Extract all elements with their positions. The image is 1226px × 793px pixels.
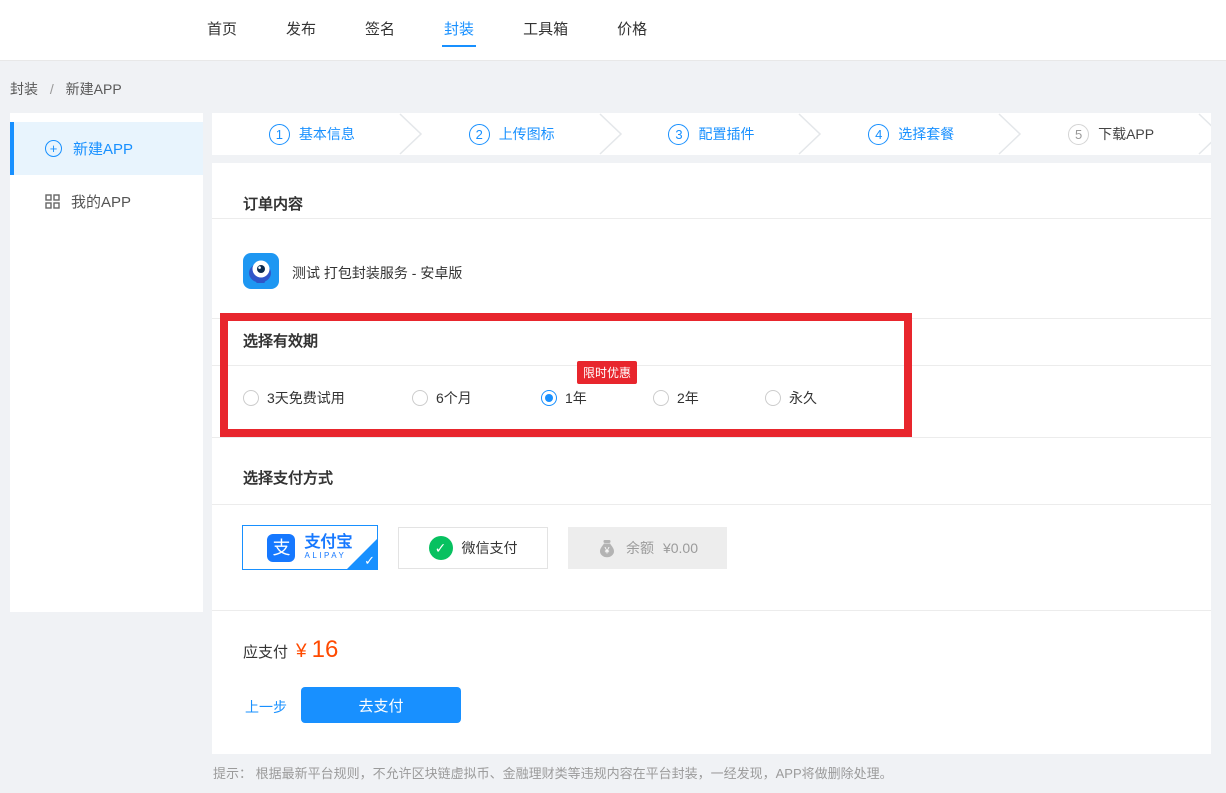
summary-label: 应支付 <box>243 641 288 662</box>
radio-icon[interactable] <box>412 390 428 406</box>
check-icon: ✓ <box>364 553 375 569</box>
step-label: 配置插件 <box>698 124 754 144</box>
validity-title: 选择有效期 <box>243 330 318 351</box>
previous-step-link[interactable]: 上一步 <box>245 697 287 717</box>
money-bag-icon: ¥ <box>597 538 617 558</box>
validity-option-6month[interactable]: 6个月 <box>412 388 472 408</box>
step-number: 2 <box>469 124 490 145</box>
currency-symbol: ¥ <box>296 641 307 663</box>
order-panel: 订单内容 测试 打包封装服务 - 安卓版 选择有效期 限时优惠 3天免费试用 6… <box>212 163 1211 754</box>
radio-label: 2年 <box>677 388 699 408</box>
sidebar-item-label: 新建APP <box>73 138 133 159</box>
nav-item-toolbox[interactable]: 工具箱 <box>523 0 568 60</box>
order-content-title: 订单内容 <box>243 193 303 214</box>
step-wizard: 1 基本信息 2 上传图标 3 配置插件 4 选择套餐 5 下载APP <box>212 113 1211 155</box>
validity-option-3day-trial[interactable]: 3天免费试用 <box>243 388 345 408</box>
step-label: 基本信息 <box>299 124 355 144</box>
radio-icon-selected[interactable] <box>541 390 557 406</box>
divider <box>212 218 1211 219</box>
grid-icon <box>45 194 60 209</box>
breadcrumb-separator: / <box>50 81 54 97</box>
plus-circle-icon: + <box>45 140 62 157</box>
nav-item-publish[interactable]: 发布 <box>286 0 316 60</box>
go-pay-button[interactable]: 去支付 <box>301 687 461 723</box>
sidebar-item-new-app[interactable]: + 新建APP <box>10 122 203 175</box>
step-download-app: 5 下载APP <box>1011 113 1211 155</box>
radio-label: 永久 <box>789 388 817 408</box>
sidebar-item-label: 我的APP <box>71 191 131 212</box>
footer-note: 提示： 根据最新平台规则，不允许区块链虚拟币、金融理财类等违规内容在平台封装，一… <box>213 763 893 782</box>
nav-item-package[interactable]: 封装 <box>444 0 474 60</box>
radio-icon[interactable] <box>653 390 669 406</box>
radio-icon[interactable] <box>765 390 781 406</box>
radio-label: 1年 <box>565 388 587 408</box>
alipay-logo-icon: 支 <box>267 534 295 562</box>
top-bar: 首页 发布 签名 封装 工具箱 价格 <box>0 0 1226 61</box>
divider <box>212 318 1211 319</box>
wechat-pay-icon: ✓ <box>429 536 453 560</box>
validity-option-forever[interactable]: 永久 <box>765 388 817 408</box>
payment-summary: 应支付 ¥ 16 <box>243 636 338 664</box>
validity-option-1year[interactable]: 1年 <box>541 388 587 408</box>
step-number: 3 <box>668 124 689 145</box>
step-number: 1 <box>269 124 290 145</box>
divider <box>212 437 1211 438</box>
step-number: 4 <box>868 124 889 145</box>
step-choose-plan: 4 选择套餐 <box>811 113 1011 155</box>
payment-title: 选择支付方式 <box>243 467 333 488</box>
nav-item-pricing[interactable]: 价格 <box>617 0 647 60</box>
nav-item-home[interactable]: 首页 <box>207 0 237 60</box>
divider <box>212 610 1211 611</box>
radio-icon[interactable] <box>243 390 259 406</box>
step-basic-info: 1 基本信息 <box>212 113 412 155</box>
balance-amount: ¥0.00 <box>663 540 698 556</box>
step-arrow-icon <box>1197 113 1211 155</box>
app-icon <box>243 253 279 289</box>
alipay-wordmark: 支付宝 ALIPAY <box>304 535 352 560</box>
divider <box>212 365 1211 366</box>
main-nav: 首页 发布 签名 封装 工具箱 价格 <box>207 0 647 60</box>
validity-option-2year[interactable]: 2年 <box>653 388 699 408</box>
payment-method-alipay[interactable]: 支 支付宝 ALIPAY ✓ <box>242 525 378 570</box>
step-label: 选择套餐 <box>898 124 954 144</box>
amount-due: 16 <box>312 636 339 664</box>
promo-badge: 限时优惠 <box>577 361 637 384</box>
sidebar: + 新建APP 我的APP <box>10 113 203 612</box>
payment-method-balance[interactable]: ¥ 余额 ¥0.00 <box>568 527 727 569</box>
step-config-plugins: 3 配置插件 <box>612 113 812 155</box>
breadcrumb-parent[interactable]: 封装 <box>10 81 38 97</box>
step-label: 上传图标 <box>499 124 555 144</box>
breadcrumb: 封装 / 新建APP <box>10 79 122 99</box>
app-name: 测试 打包封装服务 - 安卓版 <box>292 263 462 283</box>
nav-item-sign[interactable]: 签名 <box>365 0 395 60</box>
payment-method-wechat[interactable]: ✓ 微信支付 <box>398 527 548 569</box>
breadcrumb-current: 新建APP <box>66 81 122 97</box>
step-number: 5 <box>1068 124 1089 145</box>
radio-label: 3天免费试用 <box>267 388 345 408</box>
sidebar-item-my-apps[interactable]: 我的APP <box>10 175 203 228</box>
step-label: 下载APP <box>1098 124 1154 144</box>
divider <box>212 504 1211 505</box>
step-upload-icon: 2 上传图标 <box>412 113 612 155</box>
radio-label: 6个月 <box>436 388 472 408</box>
svg-text:¥: ¥ <box>603 546 610 556</box>
